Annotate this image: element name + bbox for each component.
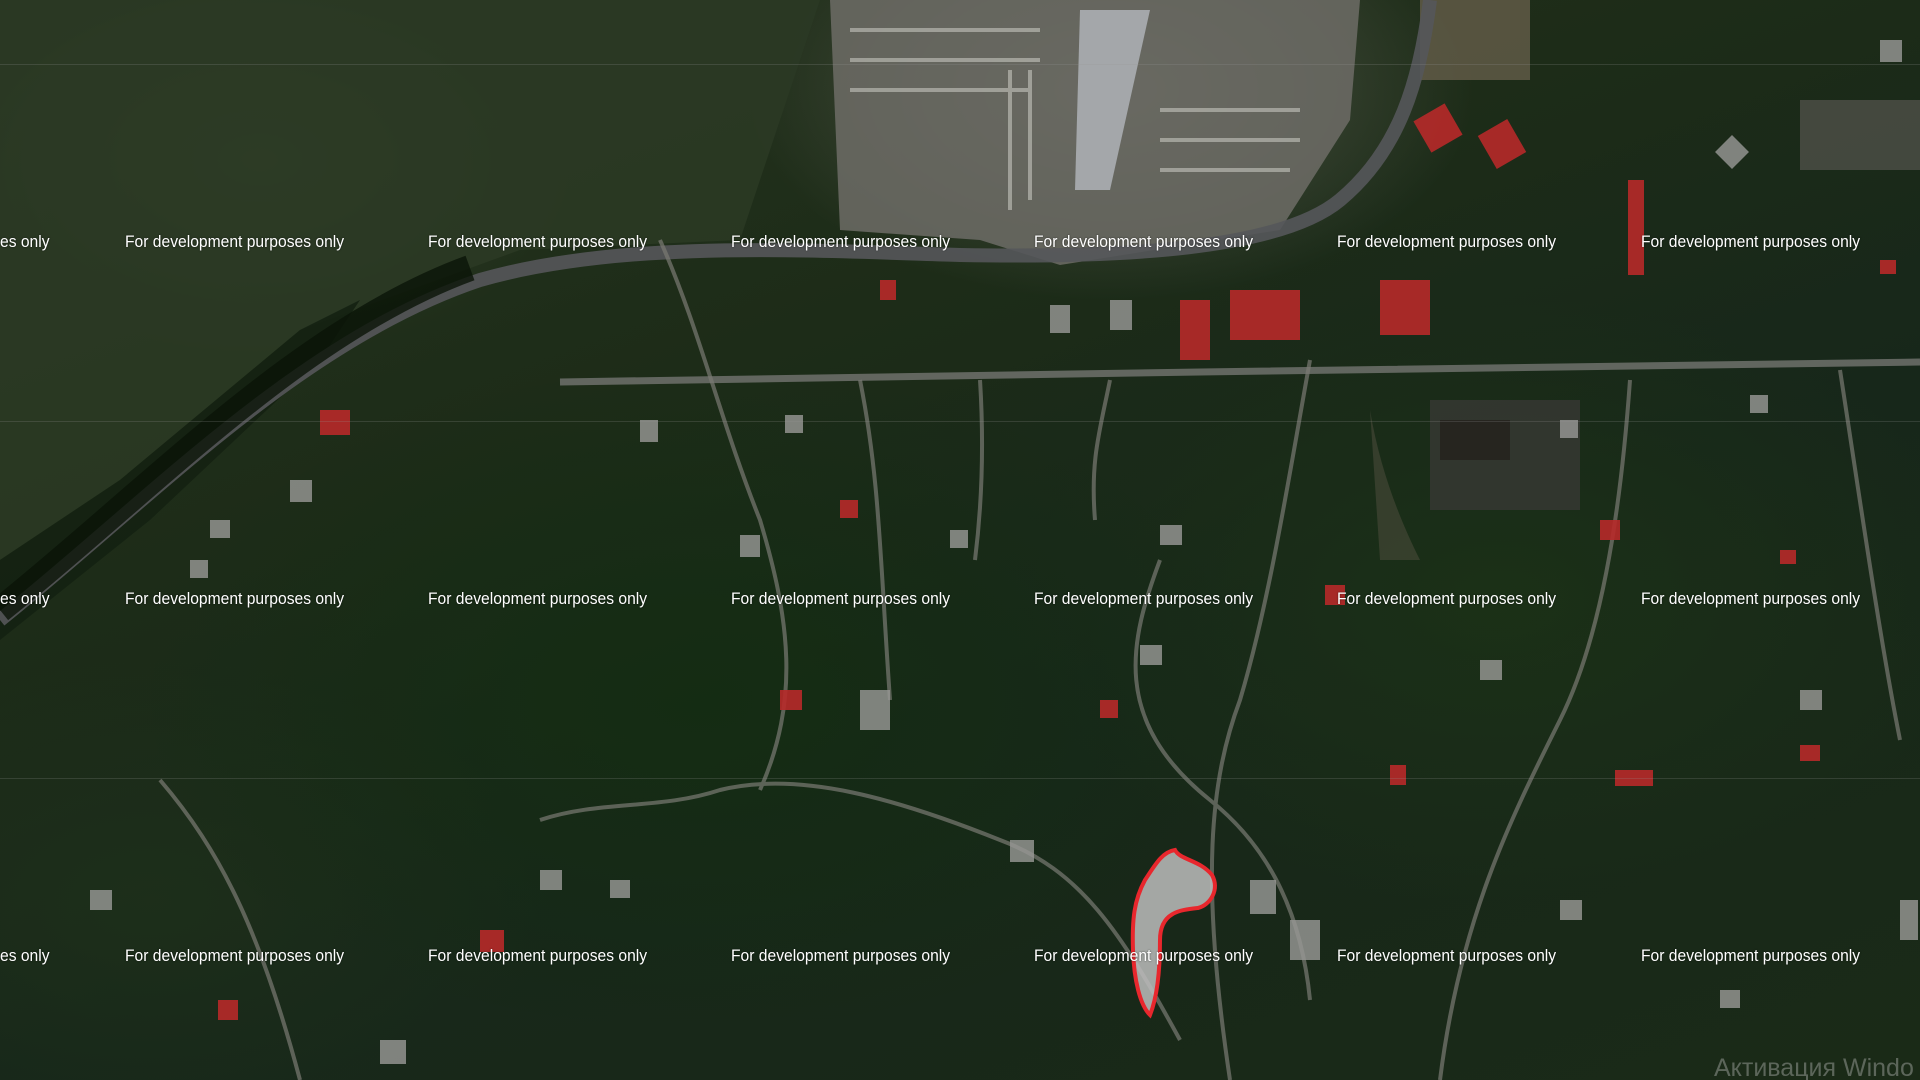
dev-watermark: es only bbox=[0, 946, 50, 965]
dev-watermark: For development purposes only bbox=[125, 232, 345, 251]
dev-watermark: es only bbox=[0, 589, 50, 608]
dev-watermark: For development purposes only bbox=[1641, 589, 1861, 608]
windows-activation-watermark: Активация Windo bbox=[1714, 1054, 1914, 1080]
dev-watermark: For development purposes only bbox=[428, 946, 648, 965]
tile-seam bbox=[0, 64, 1920, 65]
dev-watermark: For development purposes only bbox=[428, 232, 648, 251]
tile-seam bbox=[0, 421, 1920, 422]
tile-seam bbox=[0, 778, 1920, 779]
dev-watermark: For development purposes only bbox=[1034, 946, 1254, 965]
dev-watermark: For development purposes only bbox=[1034, 589, 1254, 608]
map-viewport[interactable]: es only For development purposes only Fo… bbox=[0, 0, 1920, 1080]
satellite-imagery bbox=[0, 0, 1920, 1080]
highlighted-parcel[interactable] bbox=[1130, 847, 1217, 1019]
dev-watermark: For development purposes only bbox=[1034, 232, 1254, 251]
dev-watermark: es only bbox=[0, 232, 50, 251]
dev-watermark: For development purposes only bbox=[125, 589, 345, 608]
dev-watermark: For development purposes only bbox=[1337, 589, 1557, 608]
dev-watermark: For development purposes only bbox=[428, 589, 648, 608]
dev-watermark: For development purposes only bbox=[731, 232, 951, 251]
dev-watermark: For development purposes only bbox=[731, 946, 951, 965]
dev-watermark: For development purposes only bbox=[1337, 946, 1557, 965]
dev-watermark: For development purposes only bbox=[1337, 232, 1557, 251]
dev-watermark: For development purposes only bbox=[1641, 232, 1861, 251]
dev-watermark: For development purposes only bbox=[1641, 946, 1861, 965]
dev-watermark: For development purposes only bbox=[731, 589, 951, 608]
dev-watermark: For development purposes only bbox=[125, 946, 345, 965]
